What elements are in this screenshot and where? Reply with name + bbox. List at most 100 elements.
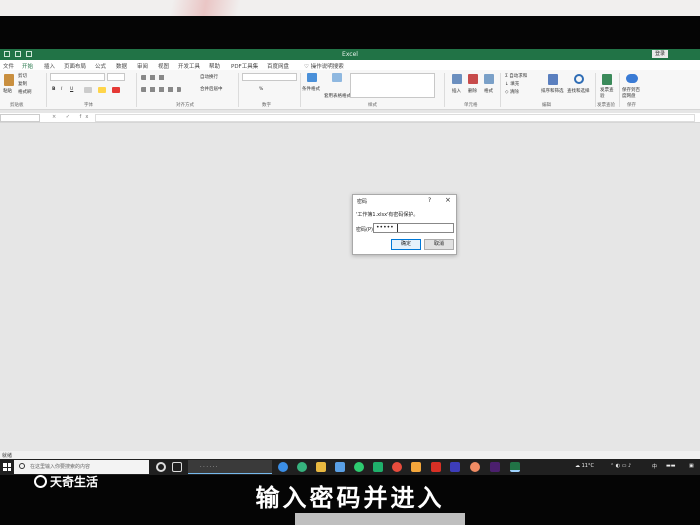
- chat-icon[interactable]: [354, 462, 364, 472]
- app-orange-icon[interactable]: [411, 462, 421, 472]
- clear-label: 清除: [509, 90, 519, 95]
- sort-filter-button[interactable]: 排序和筛选: [541, 88, 564, 94]
- baidu-cloud-icon[interactable]: [626, 74, 638, 83]
- conditional-formatting-icon[interactable]: [307, 73, 317, 82]
- delete-cells-icon[interactable]: [468, 74, 478, 84]
- horizontal-align-icons[interactable]: [141, 87, 181, 92]
- font-size-select[interactable]: [107, 73, 125, 81]
- clear-button[interactable]: ◇ 清除: [505, 89, 519, 95]
- cancel-button[interactable]: 取消: [424, 239, 454, 250]
- font-color-icon[interactable]: [112, 87, 120, 93]
- close-icon[interactable]: ×: [445, 196, 451, 204]
- fill-button[interactable]: ↓ 填充: [505, 81, 519, 87]
- ok-button[interactable]: 确定: [391, 239, 421, 250]
- tab-developer[interactable]: 开发工具: [178, 62, 200, 70]
- tray-icons[interactable]: ⌃ ◐ ▭ ♪: [610, 463, 631, 469]
- percent-button[interactable]: %: [259, 87, 263, 92]
- tab-review[interactable]: 审阅: [137, 62, 148, 70]
- wrap-text-button[interactable]: 自动换行: [200, 74, 218, 80]
- name-box[interactable]: [0, 114, 40, 122]
- tell-me-search[interactable]: ♡ 操作说明搜索: [304, 62, 344, 70]
- merge-center-button[interactable]: 合并后居中: [200, 86, 223, 92]
- delete-cells-button[interactable]: 删除: [468, 88, 477, 94]
- tab-formulas[interactable]: 公式: [95, 62, 106, 70]
- group-divider: [619, 73, 620, 107]
- excel-taskbar-icon[interactable]: [510, 462, 520, 472]
- formula-buttons[interactable]: × ✓ fx: [52, 114, 92, 120]
- copy-button[interactable]: 复制: [18, 81, 27, 87]
- cortana-icon[interactable]: [156, 462, 166, 472]
- italic-button[interactable]: I: [61, 87, 62, 92]
- invoice-check-button[interactable]: 发票查验: [600, 88, 614, 100]
- app-purple-icon[interactable]: [450, 462, 460, 472]
- help-button[interactable]: ?: [428, 197, 431, 204]
- tab-help[interactable]: 帮助: [209, 62, 220, 70]
- photo-frame: Excel 登录 文件 开始 插入 页面布局 公式 数据 审阅 视图 开发工具 …: [0, 0, 700, 525]
- premiere-icon[interactable]: [490, 462, 500, 472]
- edge-icon[interactable]: [278, 462, 288, 472]
- tab-file[interactable]: 文件: [3, 62, 14, 70]
- clock[interactable]: ▬▬: [666, 463, 675, 469]
- fill-label: 填充: [510, 82, 520, 87]
- autosum-button[interactable]: Σ 自动求和: [505, 73, 527, 79]
- format-as-table-button[interactable]: 套用表格格式: [324, 93, 351, 99]
- wechat-icon[interactable]: [373, 462, 383, 472]
- format-cells-button[interactable]: 格式: [484, 88, 493, 94]
- protection-message: '工作簿1.xlsx'有密码保护。: [356, 212, 419, 218]
- ribbon-home: 粘贴 剪切 复制 格式刷 剪贴板 B I U 字体 自动换行 合并后居中 对齐方…: [0, 70, 700, 110]
- find-select-icon[interactable]: [574, 74, 584, 84]
- sort-filter-icon[interactable]: [548, 74, 558, 85]
- task-view-icon[interactable]: [172, 462, 182, 472]
- password-input[interactable]: •••••: [373, 223, 454, 233]
- start-icon[interactable]: [3, 463, 11, 471]
- font-name-select[interactable]: [50, 73, 105, 81]
- tab-insert[interactable]: 插入: [44, 62, 55, 70]
- group-divider: [300, 73, 301, 107]
- border-icon[interactable]: [84, 87, 92, 93]
- group-invoice-label: 发票查验: [597, 103, 615, 108]
- app-red-icon[interactable]: [392, 462, 402, 472]
- insert-cells-icon[interactable]: [452, 74, 462, 84]
- app-peach-icon[interactable]: [470, 462, 480, 472]
- format-as-table-icon[interactable]: [332, 73, 342, 82]
- cell-styles-gallery[interactable]: [350, 73, 435, 98]
- format-painter-button[interactable]: 格式刷: [18, 89, 32, 95]
- paste-icon[interactable]: [4, 74, 14, 86]
- underline-button[interactable]: U: [70, 87, 73, 92]
- conditional-formatting-button[interactable]: 条件格式: [302, 86, 320, 92]
- search-placeholder: 在这里输入你要搜索的内容: [30, 464, 91, 470]
- notification-icon[interactable]: ▣: [689, 463, 694, 469]
- vertical-align-icons[interactable]: [141, 75, 167, 80]
- wps-icon[interactable]: [431, 462, 441, 472]
- login-button[interactable]: 登录: [651, 50, 668, 58]
- background-decoration: [150, 0, 260, 16]
- browser-icon[interactable]: [297, 462, 307, 472]
- cut-button[interactable]: 剪切: [18, 73, 27, 79]
- save-to-baidu-button[interactable]: 保存到百度网盘: [622, 88, 644, 100]
- taskbar-search-box[interactable]: 在这里输入你要搜索的内容: [14, 460, 149, 474]
- password-label: 密码(P):: [356, 227, 375, 233]
- group-cells-label: 单元格: [464, 103, 478, 108]
- number-format-select[interactable]: [242, 73, 297, 81]
- folder-icon[interactable]: [316, 462, 326, 472]
- taskbar-app-explorer[interactable]: · · · · · ·: [188, 460, 272, 474]
- format-cells-icon[interactable]: [484, 74, 494, 84]
- tab-view[interactable]: 视图: [158, 62, 169, 70]
- tab-pdf-tools[interactable]: PDF工具集: [231, 62, 258, 70]
- tab-baidu-netdisk[interactable]: 百度网盘: [267, 62, 289, 70]
- windows-taskbar: 在这里输入你要搜索的内容 · · · · · · ☁ 11°C ⌃ ◐ ▭ ♪ …: [0, 459, 700, 475]
- formula-bar: × ✓ fx: [0, 113, 700, 123]
- formula-input[interactable]: [95, 114, 695, 122]
- ime-indicator[interactable]: 中: [652, 463, 657, 470]
- insert-cells-button[interactable]: 插入: [452, 88, 461, 94]
- fill-color-icon[interactable]: [98, 87, 106, 93]
- tab-page-layout[interactable]: 页面布局: [64, 62, 86, 70]
- window-title: Excel: [342, 51, 358, 58]
- find-select-button[interactable]: 查找和选择: [567, 88, 590, 94]
- group-divider: [46, 73, 47, 107]
- store-icon[interactable]: [335, 462, 345, 472]
- tab-data[interactable]: 数据: [116, 62, 127, 70]
- invoice-check-icon[interactable]: [602, 74, 612, 85]
- bold-button[interactable]: B: [52, 87, 55, 92]
- paste-label: 粘贴: [3, 89, 12, 94]
